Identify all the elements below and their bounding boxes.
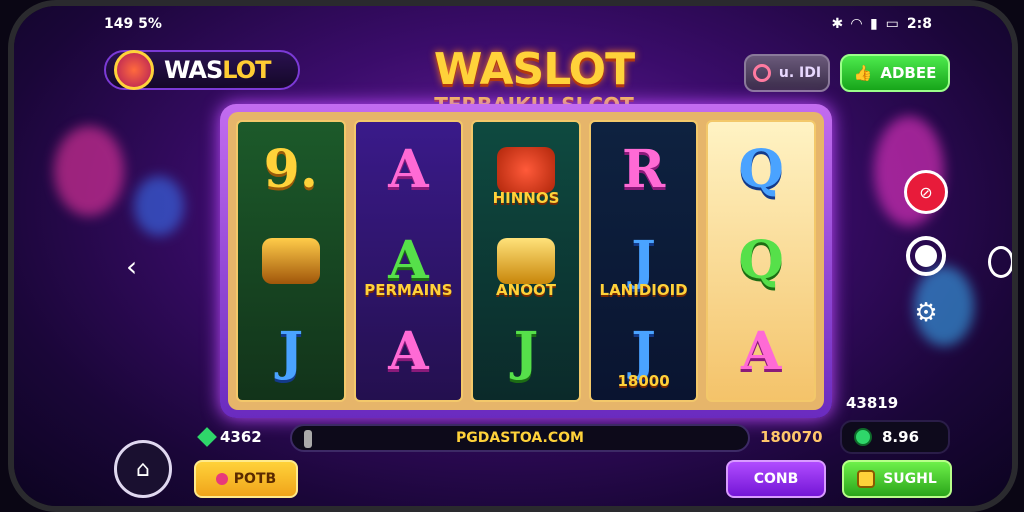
symbol-glyph: R [621,138,666,200]
reel-symbol: Q [712,126,810,213]
signal-icon: ▮ [869,16,878,32]
symbol-caption: LANIDIOID [599,280,688,299]
reel-symbol: A [360,126,458,213]
reel-symbol: ANOOT [477,217,575,304]
reel-symbol: A PERMAINS [360,217,458,304]
symbol-glyph: A [388,321,429,383]
account-icon [752,64,771,82]
reel-symbol [242,217,340,304]
bet-button[interactable]: POTB [194,460,298,498]
phone-frame: 149 5% ✱ ◠ ▮ ▭ 2:8 WASLOT WASLOT TERBAIK… [8,0,1018,512]
reel-symbol: J 18000 [595,309,693,396]
reel-4: R J LANIDIOID J 18000 [588,120,699,402]
reel-symbol: J [477,309,575,396]
home-icon: ⌂ [136,456,150,482]
game-title: WASLOT [433,44,635,95]
spin-button[interactable]: SUGHL [842,460,952,498]
gem-crown-icon [496,146,555,193]
reel-3: HINNOS ANOOT J [471,120,581,402]
settings-button[interactable]: ⚙ [914,298,937,328]
symbol-caption: PERMAINS [364,280,453,299]
mute-icon: ⊘ [919,182,933,202]
reel-symbol: 9. [242,126,340,213]
reel-symbol: HINNOS [477,126,575,213]
game-screen: 149 5% ✱ ◠ ▮ ▭ 2:8 WASLOT WASLOT TERBAIK… [14,6,1012,506]
status-time: 2:8 [906,16,932,32]
spin-icon [857,470,876,488]
status-right: ✱ ◠ ▮ ▭ 2:8 [831,16,932,32]
symbol-glyph: Q [738,138,784,200]
bet-icon [215,473,228,485]
device-home-button[interactable] [988,246,1012,278]
symbol-glyph: Q [738,229,784,291]
bluetooth-icon: ✱ [831,16,844,32]
reel-5: QQA [706,120,816,402]
home-button[interactable]: ⌂ [114,440,172,498]
status-bar: 149 5% ✱ ◠ ▮ ▭ 2:8 [104,12,932,36]
reel-2: A A PERMAINS A [353,120,464,402]
chevron-left-icon[interactable]: ‹ [126,250,137,283]
brand-logo[interactable]: WASLOT [104,50,300,90]
symbol-glyph: J [631,229,656,291]
symbol-caption: HINNOS [492,189,560,208]
reel-symbol: Q [712,217,810,304]
top-bar: WASLOT WASLOT TERBAIKIU SLCOT u. IDI 👍 A… [104,44,950,116]
brand-name: WASLOT [164,56,271,84]
symbol-caption: ANOOT [496,280,556,299]
reels-container: 9. J A A PERMAINS A HINNOS ANOOT J R J LANIDIOID J 18… [228,112,824,410]
add-button[interactable]: 👍 ADBEE [840,54,950,92]
symbol-glyph: J [278,321,304,383]
thumbs-up-icon: 👍 [853,64,873,82]
mute-button[interactable]: ⊘ [904,170,948,214]
stat-value: 43819 [846,394,899,412]
reel-symbol: J [242,309,340,396]
gear-icon: ⚙ [914,298,938,328]
reel-symbol: A [360,309,458,396]
treasure-chest-icon [261,237,320,284]
record-icon [915,245,937,267]
battery-icon: ▭ [885,16,899,32]
record-button[interactable] [906,236,946,276]
reel-1: 9. J [236,120,346,402]
symbol-glyph: J [513,321,539,383]
symbol-glyph: A [740,321,782,383]
wifi-icon: ◠ [851,16,862,32]
gold-bar-icon [496,237,555,284]
account-button[interactable]: u. IDI [744,54,830,92]
symbol-glyph: 9. [263,138,318,200]
symbol-caption: 18000 [617,371,670,390]
symbol-glyph: J [631,321,656,383]
reel-symbol: J LANIDIOID [595,217,693,304]
slot-reels: 9. J A A PERMAINS A HINNOS ANOOT J R J LANIDIOID J 18… [220,104,832,418]
symbol-glyph: A [388,138,429,200]
symbol-glyph: A [388,229,429,291]
reel-symbol: A [712,309,810,396]
side-controls: ⊘ ⚙ [904,170,948,328]
status-left: 149 5% [104,16,162,32]
combo-button[interactable]: CONB [726,460,826,498]
reel-symbol: R [595,126,693,213]
bottom-controls: ⌂ POTB CONB SUGHL [114,438,960,502]
avatar [114,50,154,90]
